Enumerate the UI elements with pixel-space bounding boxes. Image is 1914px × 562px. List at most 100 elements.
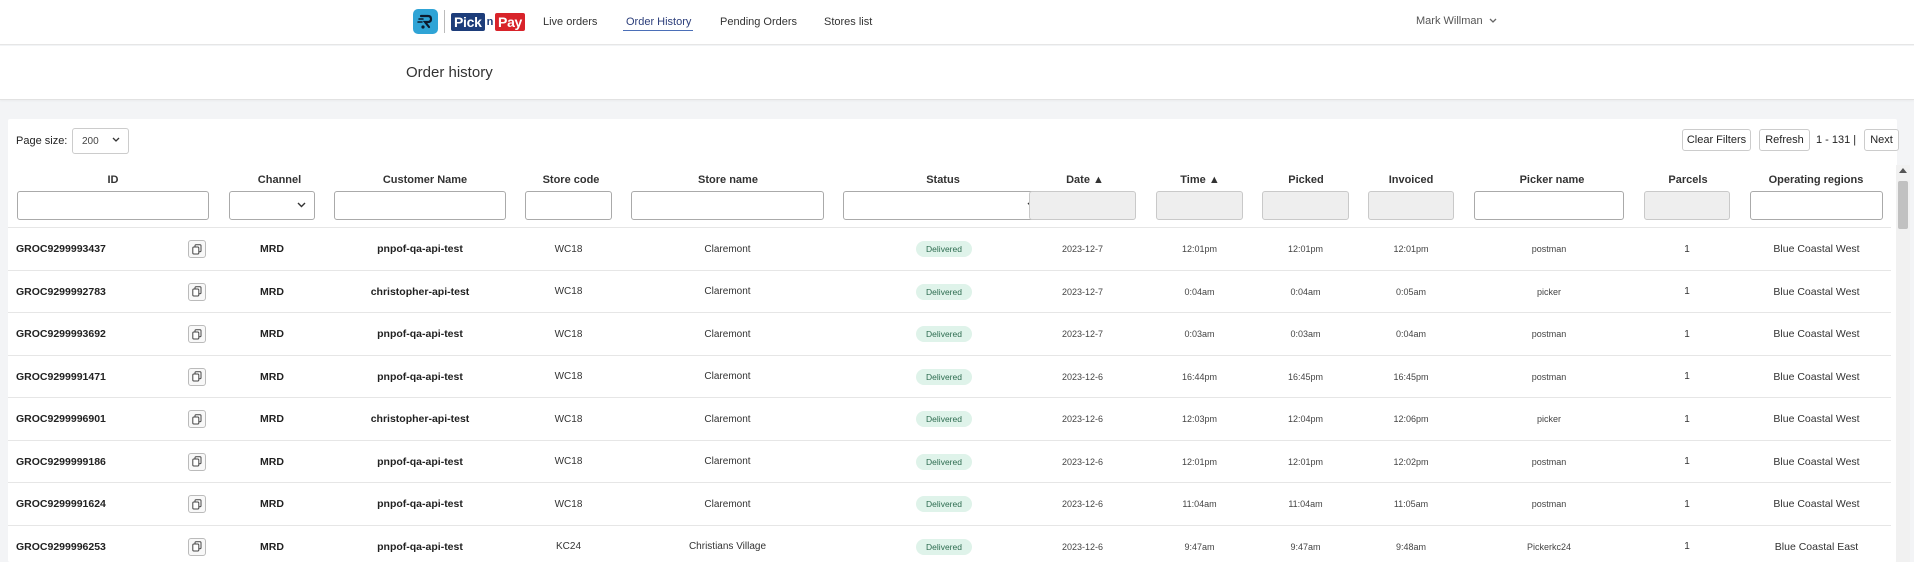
operating-regions-filter-input[interactable] <box>1750 191 1883 220</box>
store-code-cell: WC18 <box>554 243 583 255</box>
logo-text-pick: Pick <box>451 12 485 31</box>
scrollbar-thumb[interactable] <box>1898 181 1908 229</box>
picker-name-filter-input[interactable] <box>1474 191 1624 220</box>
store-code-cell: WC18 <box>554 328 583 340</box>
status-badge: Delivered <box>916 326 972 342</box>
date-filter-input[interactable] <box>1029 191 1136 220</box>
pagination-range: 1 - 131 | <box>1816 134 1857 146</box>
col-header-operating-regions[interactable]: Operating regions <box>1744 174 1888 186</box>
table-scrollbar[interactable] <box>1896 165 1910 562</box>
customer-name-cell: pnpof-qa-api-test <box>377 243 463 255</box>
invoiced-filter-input[interactable] <box>1368 191 1454 220</box>
store-code-filter-input[interactable] <box>525 191 612 220</box>
status-badge: Delivered <box>916 411 972 427</box>
nav-live-orders[interactable]: Live orders <box>543 16 597 28</box>
status-cell: Delivered <box>843 441 1045 483</box>
status-cell: Delivered <box>843 228 1045 270</box>
time-cell: 12:01pm <box>1181 244 1218 254</box>
picker-name-cell: Pickerkc24 <box>1526 541 1571 552</box>
store-code-cell: WC18 <box>554 413 583 425</box>
store-name-cell: Claremont <box>704 413 751 425</box>
col-header-parcels[interactable]: Parcels <box>1638 174 1738 186</box>
scooter-icon[interactable] <box>413 9 438 34</box>
operating-region-cell: Blue Coastal East <box>1774 540 1859 553</box>
col-header-store-code[interactable]: Store code <box>522 174 620 186</box>
channel-cell: MRD <box>260 328 284 340</box>
refresh-button[interactable]: Refresh <box>1759 129 1810 151</box>
store-name-filter-input[interactable] <box>631 191 824 220</box>
store-code-cell: WC18 <box>554 498 583 510</box>
col-header-id[interactable]: ID <box>8 174 218 186</box>
copy-id-button[interactable] <box>188 367 206 386</box>
invoiced-cell: 11:05am <box>1393 499 1429 509</box>
invoiced-cell: 12:02pm <box>1393 456 1429 467</box>
picker-name-cell: postman <box>1531 244 1567 254</box>
time-cell: 0:04am <box>1184 286 1215 297</box>
nav-order-history[interactable]: Order History <box>626 16 691 28</box>
user-menu[interactable]: Mark Willman <box>1416 15 1497 27</box>
col-header-date[interactable]: Date ▲ <box>1025 174 1145 186</box>
col-header-invoiced[interactable]: Invoiced <box>1361 174 1461 186</box>
page-size-select[interactable]: 200 <box>72 128 129 154</box>
scroll-up-arrow-icon[interactable] <box>1899 168 1907 173</box>
table-row[interactable]: GROC9299993692 MRD pnpof-qa-api-test WC18 Cl… <box>8 312 1891 354</box>
nav-pending-orders[interactable]: Pending Orders <box>720 16 797 28</box>
col-header-time[interactable]: Time ▲ <box>1150 174 1250 186</box>
store-code-cell: WC18 <box>554 371 583 382</box>
copy-id-button[interactable] <box>188 452 206 471</box>
copy-id-button[interactable] <box>188 240 206 258</box>
channel-cell: MRD <box>260 370 284 383</box>
copy-id-button[interactable] <box>188 325 206 343</box>
parcels-cell: 1 <box>1684 286 1690 297</box>
customer-name-filter-input[interactable] <box>334 191 506 220</box>
channel-filter-select[interactable] <box>229 191 315 220</box>
col-header-picker-name[interactable]: Picker name <box>1468 174 1636 186</box>
channel-cell: MRD <box>260 285 284 298</box>
col-header-status[interactable]: Status <box>840 174 1046 186</box>
copy-icon <box>192 498 202 509</box>
logo-text-n: n <box>486 15 494 28</box>
chevron-down-icon <box>297 202 306 208</box>
col-header-picked[interactable]: Picked <box>1256 174 1356 186</box>
table-row[interactable]: GROC9299991471 MRD pnpof-qa-api-test WC18 Cl… <box>8 354 1891 397</box>
status-cell: Delivered <box>843 313 1045 355</box>
store-name-cell: Claremont <box>704 328 751 340</box>
col-header-customer-name[interactable]: Customer Name <box>335 174 515 186</box>
copy-id-button[interactable] <box>188 537 206 556</box>
status-filter-select[interactable] <box>843 191 1045 220</box>
next-page-button[interactable]: Next <box>1864 129 1899 151</box>
chevron-down-icon <box>112 137 120 142</box>
picked-cell: 12:04pm <box>1287 414 1324 424</box>
table-row[interactable]: GROC9299992783 MRD christopher-api-test WC1… <box>8 269 1891 312</box>
time-cell: 11:04am <box>1182 499 1217 509</box>
table-row[interactable]: GROC9299999186 MRD pnpof-qa-api-test WC18 Cl… <box>8 439 1891 483</box>
table-row[interactable]: GROC9299993437 MRD pnpof-qa-api-test WC18 Cl… <box>8 227 1891 269</box>
parcels-filter-input[interactable] <box>1644 191 1730 220</box>
nav-stores-list[interactable]: Stores list <box>824 16 872 28</box>
copy-icon <box>192 328 202 339</box>
clear-filters-button[interactable]: Clear Filters <box>1682 129 1751 151</box>
col-header-channel[interactable]: Channel <box>228 174 331 186</box>
picker-name-cell: picker <box>1536 414 1561 424</box>
operating-region-cell: Blue Coastal West <box>1773 498 1860 510</box>
copy-id-button[interactable] <box>188 282 206 301</box>
parcels-cell: 1 <box>1684 371 1690 382</box>
status-badge: Delivered <box>916 283 972 300</box>
copy-id-button[interactable] <box>188 410 206 428</box>
operating-region-cell: Blue Coastal West <box>1773 455 1860 468</box>
store-code-cell: KC24 <box>555 541 581 552</box>
logo-divider <box>444 10 445 33</box>
picker-name-cell: postman <box>1531 371 1567 382</box>
picked-filter-input[interactable] <box>1262 191 1349 220</box>
time-filter-input[interactable] <box>1156 191 1243 220</box>
copy-id-button[interactable] <box>188 495 206 513</box>
copy-icon <box>192 243 202 254</box>
id-filter-input[interactable] <box>17 191 209 220</box>
col-header-store-name[interactable]: Store name <box>628 174 828 186</box>
table-row[interactable]: GROC9299991624 MRD pnpof-qa-api-test WC18 Cl… <box>8 482 1891 524</box>
customer-name-cell: christopher-api-test <box>370 413 470 425</box>
table-row[interactable]: GROC9299996253 MRD pnpof-qa-api-test KC24 Ch… <box>8 524 1891 562</box>
table-row[interactable]: GROC9299996901 MRD christopher-api-test WC1… <box>8 397 1891 439</box>
copy-icon <box>192 371 202 382</box>
order-id-cell: GROC9299991471 <box>16 370 106 383</box>
